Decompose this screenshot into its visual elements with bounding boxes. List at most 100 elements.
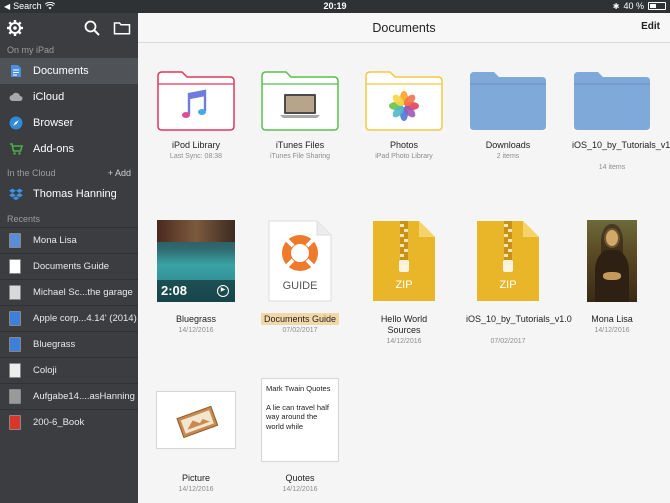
- sidebar-item-add-ons[interactable]: Add-ons: [0, 136, 138, 162]
- image-file-icon: [9, 233, 21, 248]
- file-subtitle: 14/12/2016: [282, 486, 318, 493]
- picture-thumbnail-icon: [156, 391, 236, 449]
- zip-badge: ZIP: [395, 279, 413, 291]
- dropbox-icon: [9, 188, 23, 201]
- cart-icon: [10, 143, 23, 155]
- file-subtitle: iPad Photo Library: [375, 153, 433, 160]
- recent-item[interactable]: Documents Guide: [0, 253, 138, 279]
- recent-item[interactable]: 200-6_Book: [0, 409, 138, 435]
- sidebar-item-label: Thomas Hanning: [33, 188, 117, 200]
- cloud-icon: [9, 92, 23, 101]
- file-name: iOS_10_by_Tutorials_v1.0: [466, 314, 572, 324]
- recent-item-label: Apple corp...4.14' (2014): [33, 313, 137, 324]
- laptop-folder-icon: [261, 71, 339, 131]
- sidebar-item-label: Add-ons: [33, 143, 74, 155]
- document-icon: [11, 65, 21, 77]
- section-recents: Recents: [7, 214, 41, 224]
- music-folder-icon: [157, 71, 235, 131]
- compass-icon: [9, 116, 23, 130]
- sidebar-toolbar: [0, 13, 138, 43]
- recent-item-label: Aufgabe14....asHanning: [33, 391, 135, 402]
- file-tile-hello-world-sources[interactable]: ZIP Hello World Sources 14/12/2016: [352, 216, 456, 356]
- file-tile-quotes[interactable]: Mark Twain Quotes A lie can travel half …: [248, 377, 352, 501]
- file-name: Documents Guide: [248, 313, 352, 325]
- file-name-text: Documents Guide: [260, 313, 340, 325]
- status-bar: ◀ Search 20:19 ✱ 40 %: [0, 0, 670, 13]
- file-name: iOS_10_by_Tutorials_v1.0: [572, 140, 670, 150]
- sidebar-item-browser[interactable]: Browser: [0, 110, 138, 136]
- file-subtitle: 2 items: [496, 153, 520, 160]
- sidebar-item-documents[interactable]: Documents: [0, 58, 138, 84]
- sidebar-item-label: iCloud: [33, 91, 65, 103]
- text-file-icon: [9, 363, 21, 378]
- file-tile-ios10-zip[interactable]: ZIP iOS_10_by_Tutorials_v1.0 07/02/2017: [456, 216, 572, 356]
- file-tile-picture[interactable]: Picture 14/12/2016: [144, 377, 248, 501]
- file-tile-documents-guide[interactable]: GUIDE Documents Guide 07/02/2017: [248, 216, 352, 356]
- file-name: iTunes Files: [275, 140, 325, 150]
- file-tile-itunes-files[interactable]: iTunes Files iTunes File Sharing: [248, 70, 352, 190]
- bluetooth-icon: ✱: [612, 1, 620, 11]
- image-preview: [176, 405, 219, 439]
- new-folder-icon[interactable]: [113, 19, 131, 37]
- search-icon[interactable]: [83, 19, 101, 37]
- file-subtitle: 14/12/2016: [178, 327, 214, 334]
- recents-list: Mona Lisa Documents Guide Michael Sc...the…: [0, 227, 138, 435]
- file-subtitle: 14/12/2016: [386, 338, 422, 345]
- numbered-file-icon: [9, 389, 21, 404]
- edit-button[interactable]: Edit: [641, 21, 660, 32]
- file-name: Photos: [389, 140, 419, 150]
- file-tile-photos[interactable]: Photos iPad Photo Library: [352, 70, 456, 190]
- battery-percent: 40 %: [623, 1, 644, 11]
- recent-item[interactable]: Mona Lisa: [0, 227, 138, 253]
- file-name: Downloads: [485, 140, 531, 150]
- recent-item-label: Coloji: [33, 365, 57, 376]
- pdf-red-file-icon: [9, 415, 21, 430]
- folder-icon: [574, 72, 650, 130]
- settings-gear-icon[interactable]: [6, 19, 24, 37]
- recent-item-label: Mona Lisa: [33, 235, 77, 246]
- music-file-icon: [9, 337, 21, 352]
- folder-icon: [470, 72, 546, 130]
- file-subtitle: 07/02/2017: [490, 338, 526, 345]
- status-time: 20:19: [323, 1, 347, 11]
- top-bar: Documents Edit: [138, 13, 670, 43]
- recent-item[interactable]: Aufgabe14....asHanning: [0, 383, 138, 409]
- sidebar-item-label: Documents: [33, 65, 89, 77]
- recent-item-label: Documents Guide: [33, 261, 110, 272]
- file-subtitle: iTunes File Sharing: [269, 153, 331, 160]
- file-subtitle: 14 items: [598, 164, 626, 171]
- video-duration: 2:08: [161, 283, 188, 298]
- file-tile-ios10-folder[interactable]: iOS_10_by_Tutorials_v1.0 14 items: [560, 70, 670, 200]
- guide-badge: GUIDE: [282, 280, 318, 292]
- add-cloud-button[interactable]: + Add: [108, 166, 131, 181]
- pdf-file-icon: [9, 285, 21, 300]
- play-icon[interactable]: ▶: [217, 285, 229, 297]
- sidebar-item-dropbox[interactable]: Thomas Hanning: [0, 181, 138, 207]
- file-name: iPod Library: [171, 140, 221, 150]
- file-subtitle: Last Sync: 08:38: [169, 153, 223, 160]
- file-tile-downloads[interactable]: Downloads 2 items: [456, 70, 560, 190]
- recent-item[interactable]: Coloji: [0, 357, 138, 383]
- sidebar-nav: Documents iCloud Browser Add-ons: [0, 58, 138, 162]
- recent-item-label: Bluegrass: [33, 339, 76, 350]
- section-cloud-label: In the Cloud: [7, 168, 56, 178]
- sidebar-item-icloud[interactable]: iCloud: [0, 84, 138, 110]
- file-tile-ipod-library[interactable]: iPod Library Last Sync: 08:38: [144, 70, 248, 190]
- photos-folder-icon: [365, 71, 443, 131]
- recent-item[interactable]: Apple corp...4.14' (2014): [0, 305, 138, 331]
- recent-item-label: 200-6_Book: [33, 417, 85, 428]
- recent-item[interactable]: Bluegrass: [0, 331, 138, 357]
- guide-file-icon: [9, 259, 21, 274]
- file-name: Hello World Sources: [380, 314, 428, 335]
- file-name: Picture: [181, 473, 210, 483]
- sidebar: On my iPad Documents iCloud Browser Add-ons…: [0, 13, 138, 503]
- file-name: Mona Lisa: [591, 314, 633, 324]
- note-body: A lie can travel half way around the wor…: [266, 402, 329, 431]
- file-grid: iPod Library Last Sync: 08:38 iTunes Fil…: [138, 44, 670, 503]
- status-right: ✱ 40 %: [613, 1, 666, 11]
- battery-icon: [648, 2, 666, 10]
- file-tile-mona-lisa[interactable]: Mona Lisa 14/12/2016: [560, 216, 664, 356]
- recent-item[interactable]: Michael Sc...the garage: [0, 279, 138, 305]
- page-title: Documents: [372, 21, 436, 35]
- file-tile-bluegrass[interactable]: 2:08 ▶ Bluegrass 14/12/2016: [144, 216, 248, 356]
